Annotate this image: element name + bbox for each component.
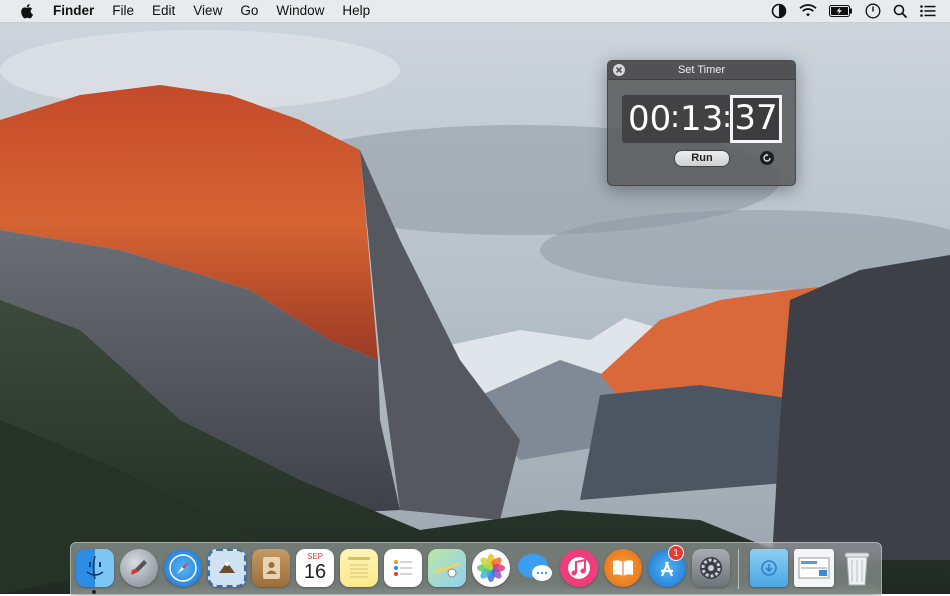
contacts-dock-icon[interactable] <box>252 549 290 587</box>
photos-dock-icon[interactable] <box>472 549 510 587</box>
set-timer-window: Set Timer 00 : 13 : 37 Run <box>607 60 796 186</box>
notes-dock-icon[interactable] <box>340 549 378 587</box>
menu-edit[interactable]: Edit <box>143 0 184 22</box>
contacts-book-icon <box>263 557 280 579</box>
music-note-icon <box>571 558 586 576</box>
map-icon <box>434 562 460 578</box>
eagle-stamp-icon <box>219 562 235 573</box>
mail-dock-icon[interactable] <box>208 549 246 587</box>
menu-file[interactable]: File <box>103 0 143 22</box>
maps-dock-icon[interactable] <box>428 549 466 587</box>
photos-flower-icon <box>477 554 505 582</box>
apple-menu-icon[interactable] <box>17 3 37 19</box>
ibooks-dock-icon[interactable] <box>604 549 642 587</box>
calendar-day: 16 <box>303 561 327 583</box>
timer-window-title: Set Timer <box>677 64 726 76</box>
dock-separator <box>738 549 739 589</box>
hours-field[interactable]: 00 <box>628 95 671 143</box>
clock-icon[interactable] <box>865 3 881 19</box>
itunes-dock-icon[interactable] <box>560 549 598 587</box>
seconds-field[interactable]: 37 <box>730 95 782 143</box>
reset-button[interactable] <box>760 151 774 165</box>
minutes-field[interactable]: 13 <box>680 95 723 143</box>
calendar-dock-icon[interactable]: SEP 16 <box>296 549 334 587</box>
close-window-button[interactable] <box>613 64 625 76</box>
finder-face-icon <box>86 555 104 580</box>
finder-dock-icon[interactable] <box>76 549 114 587</box>
dock: SEP 16 1 <box>70 542 882 596</box>
reminders-dock-icon[interactable] <box>384 549 422 587</box>
desktop-wallpaper <box>0 0 950 594</box>
refresh-icon <box>763 153 771 162</box>
battery-icon[interactable] <box>829 5 853 17</box>
trash-can-icon <box>844 552 870 586</box>
system-preferences-dock-icon[interactable] <box>692 549 730 587</box>
finder-running-indicator <box>92 590 96 594</box>
document-stack-icon <box>798 557 830 579</box>
gear-icon <box>700 557 722 579</box>
timer-display: 00 : 13 : 37 <box>622 95 782 143</box>
wifi-icon[interactable] <box>799 4 817 18</box>
close-icon <box>615 66 623 74</box>
checklist-icon <box>394 560 412 576</box>
messages-dock-icon[interactable] <box>516 549 554 587</box>
trash-dock-icon[interactable] <box>838 549 876 587</box>
hours-minutes-separator: : <box>670 100 681 135</box>
app-store-badge: 1 <box>668 545 684 561</box>
menu-bar: Finder File Edit View Go Window Help <box>0 0 950 23</box>
menu-go[interactable]: Go <box>231 0 267 22</box>
compass-icon <box>169 554 197 582</box>
menu-view[interactable]: View <box>184 0 231 22</box>
safari-dock-icon[interactable] <box>164 549 202 587</box>
menu-app-finder[interactable]: Finder <box>49 0 103 22</box>
night-shift-icon[interactable] <box>771 3 787 19</box>
launchpad-dock-icon[interactable] <box>120 549 158 587</box>
wallpaper-art <box>0 0 950 594</box>
run-button[interactable]: Run <box>674 150 730 167</box>
download-arrow-icon <box>761 560 777 576</box>
menu-help[interactable]: Help <box>333 0 379 22</box>
rocket-icon <box>131 560 147 575</box>
calendar-month: SEP <box>306 552 323 561</box>
document-stack-dock-icon[interactable] <box>794 549 834 587</box>
menu-window[interactable]: Window <box>267 0 333 22</box>
open-book-icon <box>613 560 633 576</box>
downloads-folder-dock-icon[interactable] <box>750 549 788 587</box>
notepad-icon <box>348 557 370 578</box>
status-menu-area <box>771 0 936 22</box>
notification-center-icon[interactable] <box>920 5 936 17</box>
timer-title-bar[interactable]: Set Timer <box>608 61 795 80</box>
speech-bubble-icon <box>518 554 552 581</box>
spotlight-icon[interactable] <box>893 4 908 19</box>
